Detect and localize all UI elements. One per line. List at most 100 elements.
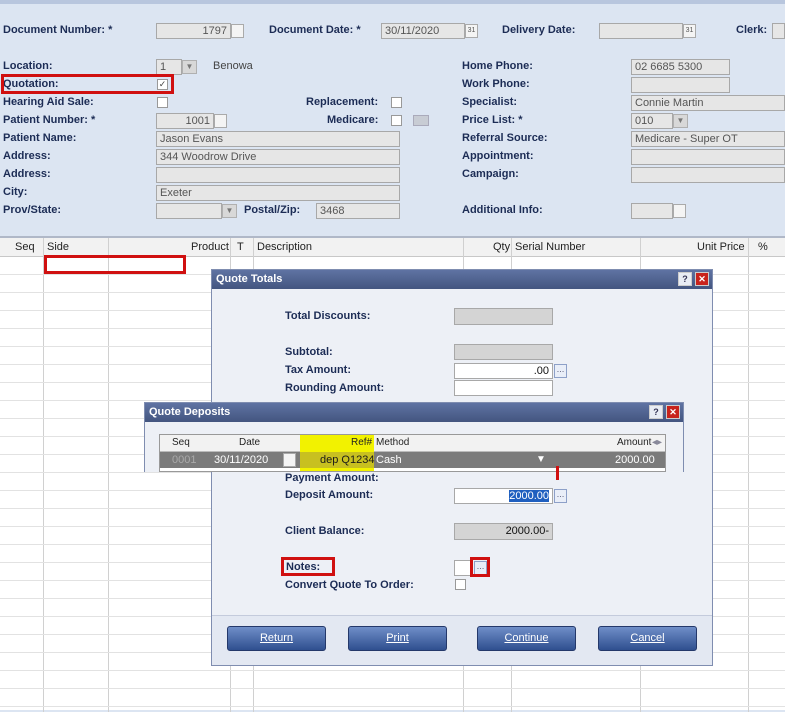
- total-discounts-field: [454, 308, 553, 325]
- scroll-arrows-icon[interactable]: ◂▸: [652, 437, 662, 448]
- deposits-grid-header: [160, 435, 665, 452]
- price-list-field[interactable]: 010: [631, 113, 673, 129]
- price-list-dropdown-icon[interactable]: ▼: [673, 114, 688, 128]
- rounding-amount-field[interactable]: [454, 380, 553, 396]
- price-list-label: Price List: *: [462, 114, 523, 126]
- location-label: Location:: [3, 60, 53, 72]
- home-phone-field[interactable]: 02 6685 5300: [631, 59, 730, 75]
- deposits-grid[interactable]: Seq Date Ref# Method Amount ◂▸ 0001 30/1…: [159, 434, 666, 472]
- postal-zip-field[interactable]: 3468: [316, 203, 400, 219]
- specialist-field[interactable]: Connie Martin: [631, 95, 785, 111]
- close-icon[interactable]: ✕: [695, 272, 709, 286]
- deposit-date-calendar-icon[interactable]: [283, 453, 296, 467]
- patient-lookup-button[interactable]: [214, 114, 227, 128]
- grid-row-line: [0, 706, 785, 707]
- location-dropdown-icon[interactable]: ▼: [182, 60, 197, 74]
- deposits-col-ref[interactable]: Ref#: [351, 437, 372, 448]
- document-number-lookup-button[interactable]: [231, 24, 244, 38]
- notes-button-highlight: [470, 557, 490, 577]
- additional-info-label: Additional Info:: [462, 204, 543, 216]
- close-icon[interactable]: ✕: [666, 405, 680, 419]
- deposits-col-date[interactable]: Date: [239, 437, 260, 448]
- patient-number-field[interactable]: 1001: [156, 113, 214, 129]
- clerk-label: Clerk:: [736, 24, 768, 36]
- payment-amount-label: Payment Amount:: [285, 472, 379, 484]
- help-icon[interactable]: ?: [678, 272, 692, 286]
- additional-info-button[interactable]: [673, 204, 686, 218]
- help-icon[interactable]: ?: [649, 405, 663, 419]
- deposit-date[interactable]: 30/11/2020: [214, 454, 268, 466]
- replacement-label: Replacement:: [306, 96, 379, 108]
- document-number-label: Document Number: *: [3, 24, 113, 36]
- convert-quote-label: Convert Quote To Order:: [285, 579, 414, 591]
- prov-state-field[interactable]: [156, 203, 222, 219]
- deposit-amount-ellipsis-button[interactable]: …: [554, 489, 567, 503]
- medicare-label: Medicare:: [327, 114, 379, 126]
- clerk-field[interactable]: [772, 23, 785, 39]
- grid-col-seq[interactable]: Seq: [15, 241, 35, 253]
- prov-state-label: Prov/State:: [3, 204, 62, 216]
- grid-col-unit-price[interactable]: Unit Price: [697, 241, 745, 253]
- deposit-amount-field[interactable]: 2000.00: [454, 488, 553, 504]
- deposit-ref[interactable]: dep Q1234: [320, 454, 374, 466]
- campaign-field[interactable]: [631, 167, 785, 183]
- quote-deposits-title: Quote Deposits: [149, 406, 231, 418]
- subtotal-field: [454, 344, 553, 360]
- appointment-field[interactable]: [631, 149, 785, 165]
- deposit-seq: 0001: [172, 454, 197, 466]
- notes-field[interactable]: [454, 560, 471, 576]
- continue-button[interactable]: Continue: [477, 626, 576, 651]
- location-name: Benowa: [213, 60, 253, 72]
- address1-label: Address:: [3, 150, 51, 162]
- hearing-aid-sale-checkbox[interactable]: [157, 97, 168, 108]
- deposits-col-method[interactable]: Method: [376, 437, 409, 448]
- city-label: City:: [3, 186, 28, 198]
- medicare-card-icon[interactable]: [413, 115, 429, 126]
- deposit-method[interactable]: Cash: [376, 454, 402, 466]
- campaign-label: Campaign:: [462, 168, 519, 180]
- postal-zip-label: Postal/Zip:: [244, 204, 301, 216]
- method-dropdown-icon[interactable]: ▼: [536, 454, 546, 465]
- referral-source-label: Referral Source:: [462, 132, 548, 144]
- convert-quote-checkbox[interactable]: [455, 579, 466, 590]
- patient-name-field[interactable]: Jason Evans: [156, 131, 400, 147]
- print-button[interactable]: Print: [348, 626, 447, 651]
- grid-col-qty[interactable]: Qty: [493, 241, 510, 253]
- patient-number-label: Patient Number: *: [3, 114, 96, 126]
- city-field[interactable]: Exeter: [156, 185, 400, 201]
- delivery-date-field[interactable]: [599, 23, 683, 39]
- grid-col-serial-number[interactable]: Serial Number: [515, 241, 585, 253]
- tax-amount-field[interactable]: .00: [454, 363, 553, 379]
- quote-totals-title-bar: Quote Totals ? ✕: [212, 270, 712, 289]
- document-date-field[interactable]: 30/11/2020: [381, 23, 465, 39]
- grid-col-t[interactable]: T: [237, 241, 244, 253]
- location-field[interactable]: 1: [156, 59, 182, 75]
- grid-col-side[interactable]: Side: [47, 241, 69, 253]
- grid-col-description[interactable]: Description: [257, 241, 312, 253]
- referral-source-field[interactable]: Medicare - Super OT: [631, 131, 785, 147]
- document-date-calendar-icon[interactable]: 31: [465, 24, 478, 38]
- replacement-checkbox[interactable]: [391, 97, 402, 108]
- work-phone-field[interactable]: [631, 77, 730, 93]
- tax-amount-ellipsis-button[interactable]: …: [554, 364, 567, 378]
- deposits-col-amount[interactable]: Amount: [617, 437, 651, 448]
- quotation-highlight: [1, 74, 174, 94]
- rounding-amount-label: Rounding Amount:: [285, 382, 385, 394]
- additional-info-field[interactable]: [631, 203, 673, 219]
- prov-state-dropdown-icon[interactable]: ▼: [222, 204, 237, 218]
- deposit-amount[interactable]: 2000.00: [615, 454, 655, 466]
- cancel-button[interactable]: Cancel: [598, 626, 697, 651]
- document-date-label: Document Date: *: [269, 24, 361, 36]
- return-button[interactable]: Return: [227, 626, 326, 651]
- grid-col-product[interactable]: Product: [191, 241, 229, 253]
- grid-col-percent[interactable]: %: [758, 241, 768, 253]
- work-phone-label: Work Phone:: [462, 78, 530, 90]
- medicare-checkbox[interactable]: [391, 115, 402, 126]
- home-phone-label: Home Phone:: [462, 60, 533, 72]
- address2-field[interactable]: [156, 167, 400, 183]
- deposits-col-seq[interactable]: Seq: [172, 437, 190, 448]
- document-number-field[interactable]: 1797: [156, 23, 231, 39]
- address1-field[interactable]: 344 Woodrow Drive: [156, 149, 400, 165]
- pointer-arrow-icon: [556, 466, 559, 480]
- delivery-date-calendar-icon[interactable]: 31: [683, 24, 696, 38]
